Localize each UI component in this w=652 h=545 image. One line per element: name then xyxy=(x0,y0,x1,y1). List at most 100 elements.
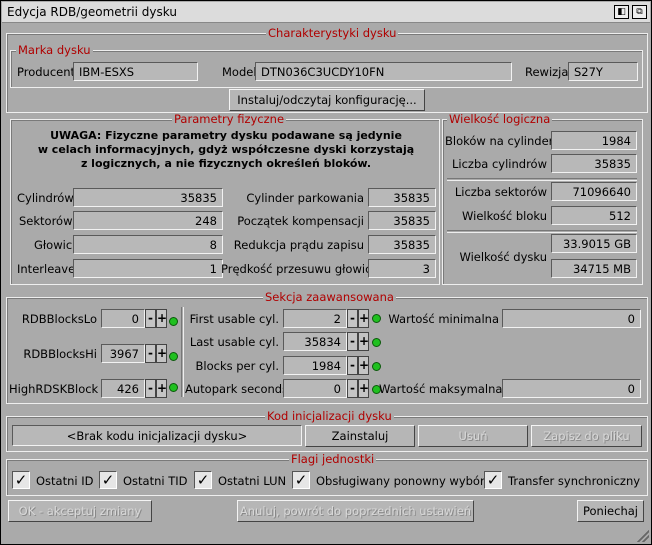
last-tid-checkbox[interactable]: ✓ xyxy=(99,471,117,489)
warning-line-2: w celach informacyjnych, gdyż współczesn… xyxy=(37,143,415,156)
disk-size-gb-field: 33.9015 GB xyxy=(551,234,637,253)
physical-title: Parametry fizyczne xyxy=(172,112,287,126)
title-bar[interactable]: Edycja RDB/geometrii dysku ◧ ⧉ xyxy=(2,2,650,23)
blocks-per-cyl-increment-button[interactable]: + xyxy=(358,356,369,375)
physical-warning: UWAGA: Fizyczne parametry dysku podawane… xyxy=(31,129,421,171)
blocks-per-cyl-adv-label: Blocks per cyl. xyxy=(195,359,280,373)
block-size-field: 512 xyxy=(551,206,637,225)
advanced-title: Sekcja zaawansowana xyxy=(263,290,396,304)
iconify-icon[interactable]: ◧ xyxy=(614,5,629,19)
max-value-field: 0 xyxy=(502,379,641,398)
autopark-increment-button[interactable]: + xyxy=(358,379,369,398)
autopark-label: Autopark seconds xyxy=(185,382,289,396)
revision-field: S27Y xyxy=(568,62,638,81)
sectors-label: Sektorów xyxy=(19,214,73,228)
last-usable-label: Last usable cyl. xyxy=(189,335,279,349)
rdb-lo-increment-button[interactable]: + xyxy=(156,309,167,328)
high-rdsk-field[interactable]: 426 xyxy=(101,379,145,398)
rdb-lo-label: RDBBlocksLo xyxy=(21,312,97,326)
characteristics-title: Charakterystyki dysku xyxy=(266,26,399,40)
last-id-checkbox[interactable]: ✓ xyxy=(12,471,30,489)
max-value-label: Wartość maksymalna xyxy=(379,382,503,396)
sync-transfer-label: Transfer synchroniczny xyxy=(508,474,641,488)
rdb-lo-status-led-icon xyxy=(169,317,178,326)
save-init-code-button[interactable]: Zapisz do pliku xyxy=(531,425,642,447)
init-code-field: <Brak kodu inicjalizacji dysku> xyxy=(12,425,302,446)
sector-count-field: 71096640 xyxy=(551,182,637,201)
resize-grip-icon[interactable] xyxy=(637,530,649,542)
high-rdsk-increment-button[interactable]: + xyxy=(156,379,167,398)
cylinders-field: 35835 xyxy=(73,188,223,207)
precomp-label: Początek kompensacji xyxy=(237,214,364,228)
disk-size-label: Wielkość dysku xyxy=(459,250,547,264)
last-tid-label: Ostatni TID xyxy=(123,474,188,488)
model-label: Model xyxy=(222,65,257,79)
logical-separator-2 xyxy=(447,230,637,233)
autopark-field[interactable]: 0 xyxy=(283,379,347,398)
reduced-write-field: 35835 xyxy=(368,235,436,254)
rdb-lo-decrement-button[interactable]: - xyxy=(145,309,156,328)
interleave-field: 1 xyxy=(73,259,223,278)
autopark-decrement-button[interactable]: - xyxy=(347,379,358,398)
revision-label: Rewizja xyxy=(525,65,569,79)
remove-init-code-button[interactable]: Usuń xyxy=(418,425,528,447)
first-usable-decrement-button[interactable]: - xyxy=(347,309,358,328)
brand-title: Marka dysku xyxy=(16,43,93,57)
last-usable-status-led-icon xyxy=(372,338,381,347)
logical-separator-1 xyxy=(447,178,637,181)
rdb-hi-field[interactable]: 3967 xyxy=(101,344,145,363)
precomp-field: 35835 xyxy=(368,211,436,230)
manufacturer-field: IBM-ESXS xyxy=(73,62,198,81)
min-value-label: Wartość minimalna xyxy=(388,312,499,326)
disk-geometry-window: Edycja RDB/geometrii dysku ◧ ⧉ Charakter… xyxy=(0,0,652,545)
warning-line-3: z logicznych, a nie fizycznych określeń … xyxy=(80,157,372,170)
blocks-per-cyl-label: Bloków na cylinder xyxy=(445,134,554,148)
cyl-count-label: Liczba cylindrów xyxy=(452,157,547,171)
init-code-title: Kod inicjalizacji dysku xyxy=(265,409,394,423)
sectors-field: 248 xyxy=(73,211,223,230)
install-config-button[interactable]: Instaluj/odczytaj konfigurację... xyxy=(229,89,425,111)
last-usable-field[interactable]: 35834 xyxy=(283,332,347,351)
high-rdsk-status-led-icon xyxy=(169,383,178,392)
sector-count-label: Liczba sektorów xyxy=(454,185,547,199)
logical-title: Wielkość logiczna xyxy=(447,112,553,126)
park-label: Cylinder parkowania xyxy=(246,191,364,205)
first-usable-label: First usable cyl. xyxy=(189,312,279,326)
sync-transfer-checkbox[interactable]: ✓ xyxy=(484,471,502,489)
window-title: Edycja RDB/geometrii dysku xyxy=(7,5,177,19)
high-rdsk-decrement-button[interactable]: - xyxy=(145,379,156,398)
rdb-hi-increment-button[interactable]: + xyxy=(156,344,167,363)
heads-label: Głowic xyxy=(34,238,73,252)
last-usable-decrement-button[interactable]: - xyxy=(347,332,358,351)
high-rdsk-label: HighRDSKBlock xyxy=(9,382,99,396)
first-usable-increment-button[interactable]: + xyxy=(358,309,369,328)
depth-arrange-icon[interactable]: ⧉ xyxy=(632,5,647,19)
rdb-lo-field[interactable]: 0 xyxy=(101,309,145,328)
blocks-per-cyl-decrement-button[interactable]: - xyxy=(347,356,358,375)
rdb-hi-decrement-button[interactable]: - xyxy=(145,344,156,363)
revert-button[interactable]: Anuluj, powrót do poprzednich ustawień xyxy=(237,500,474,522)
cyl-count-field: 35835 xyxy=(551,154,637,173)
cancel-button[interactable]: Poniechaj xyxy=(577,500,644,522)
last-lun-label: Ostatni LUN xyxy=(218,474,287,488)
reselect-checkbox[interactable]: ✓ xyxy=(292,471,310,489)
last-lun-checkbox[interactable]: ✓ xyxy=(194,471,212,489)
blocks-per-cyl-adv-field[interactable]: 1984 xyxy=(283,356,347,375)
rdb-hi-status-led-icon xyxy=(169,352,178,361)
step-rate-field: 3 xyxy=(368,259,436,278)
step-rate-label: Prędkość przesuwu głowic xyxy=(221,262,372,276)
last-usable-increment-button[interactable]: + xyxy=(358,332,369,351)
last-id-label: Ostatni ID xyxy=(36,474,94,488)
manufacturer-label: Producent xyxy=(17,65,76,79)
warning-line-1: UWAGA: Fizyczne parametry dysku podawane… xyxy=(50,129,402,142)
advanced-separator xyxy=(181,307,184,397)
first-usable-status-led-icon xyxy=(372,314,381,323)
ok-accept-button[interactable]: OK - akceptuj zmiany xyxy=(8,500,152,522)
model-field: DTN036C3UCDY10FN xyxy=(255,62,512,81)
flags-title: Flagi jednostki xyxy=(289,452,377,466)
block-size-label: Wielkość bloku xyxy=(462,209,547,223)
first-usable-field[interactable]: 2 xyxy=(283,309,347,328)
min-value-field: 0 xyxy=(502,309,641,328)
install-init-code-button[interactable]: Zainstaluj xyxy=(305,425,415,447)
blocks-per-cyl-status-led-icon xyxy=(372,362,381,371)
